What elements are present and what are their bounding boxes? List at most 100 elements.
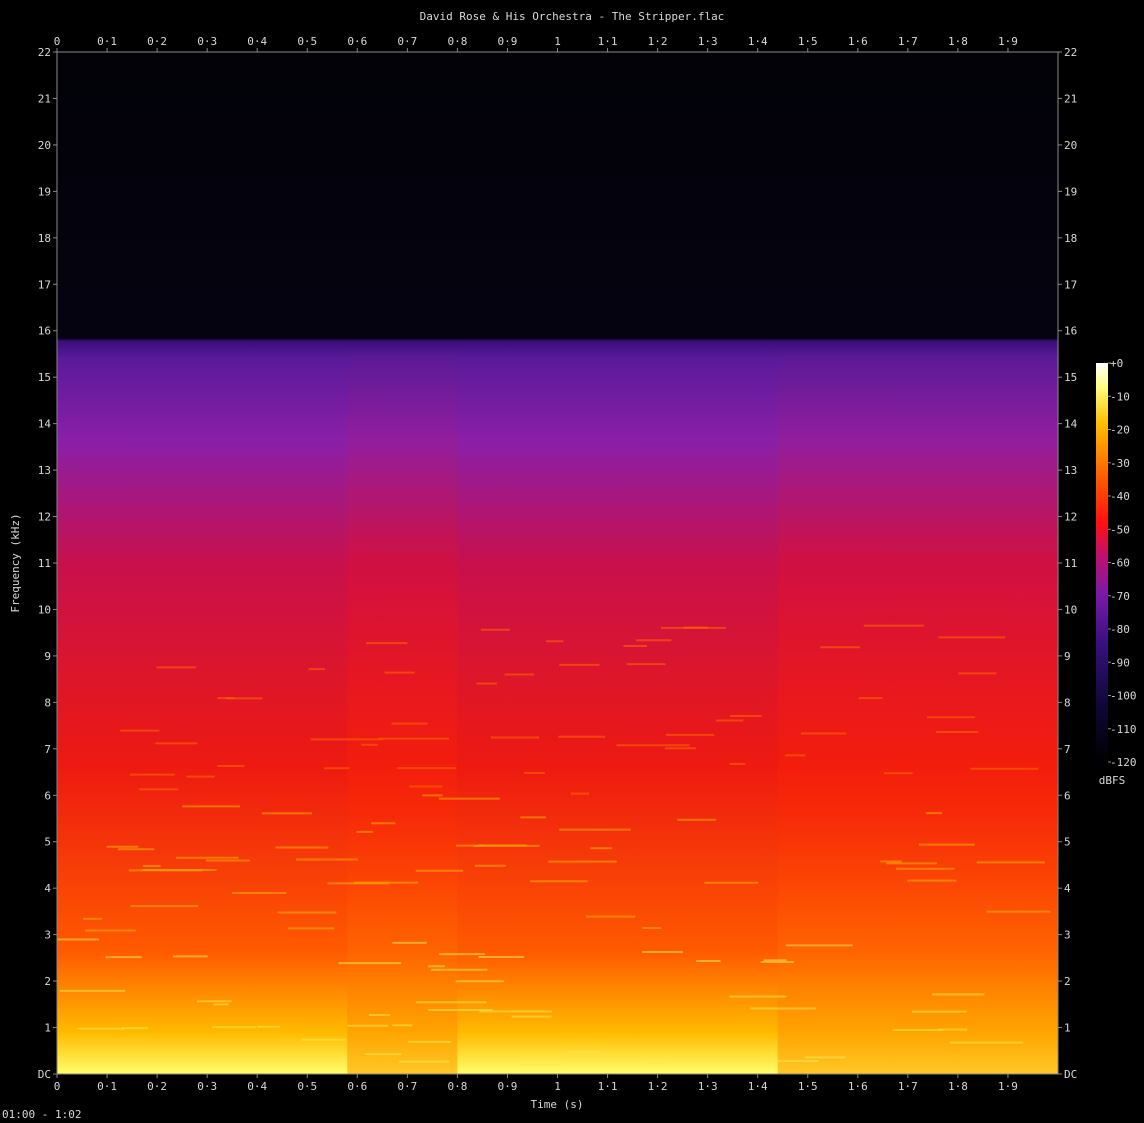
y-tick-label-left: 18 (38, 232, 51, 245)
y-tick-label-right: 9 (1064, 650, 1071, 663)
x-tick-label-top: 1 (554, 35, 561, 48)
x-tick-label-top: 1·2 (648, 35, 668, 48)
x-tick-label-top: 0·5 (297, 35, 317, 48)
x-tick-label-top: 0·9 (498, 35, 518, 48)
colorbar-tick-label: -10 (1110, 390, 1130, 403)
y-tick-label-left: 13 (38, 464, 51, 477)
y-tick-label-right: 7 (1064, 743, 1071, 756)
y-tick-label-left: 19 (38, 185, 51, 198)
x-tick-label-top: 1·8 (948, 35, 968, 48)
y-tick-label-right: 12 (1064, 511, 1077, 524)
y-tick-label-right: 14 (1064, 418, 1078, 431)
x-tick-label-top: 0·7 (397, 35, 417, 48)
y-tick-label-right: 17 (1064, 278, 1077, 291)
y-tick-label-right: 3 (1064, 929, 1071, 942)
x-tick-label-top: 0·6 (347, 35, 367, 48)
colorbar-tick-label: -50 (1110, 523, 1130, 536)
x-tick-label-bottom: 1·3 (698, 1080, 718, 1093)
y-tick-label-right: 19 (1064, 185, 1077, 198)
x-tick-label-bottom: 1·9 (998, 1080, 1018, 1093)
y-tick-label-right: 10 (1064, 603, 1077, 616)
colorbar-tick-label: -20 (1110, 424, 1130, 437)
y-tick-label-right: 16 (1064, 325, 1077, 338)
y-tick-label-left: 7 (44, 743, 51, 756)
y-axis-left: DC12345678910111213141516171819202122 (38, 46, 57, 1081)
y-tick-label-right: 13 (1064, 464, 1077, 477)
x-tick-label-top: 0·3 (197, 35, 217, 48)
plot-area (56, 51, 1059, 1075)
y-tick-label-left: 12 (38, 511, 51, 524)
x-tick-label-top: 1·4 (748, 35, 768, 48)
y-tick-label-right: 20 (1064, 139, 1077, 152)
x-tick-label-bottom: 0·5 (297, 1080, 317, 1093)
colorbar-tick-label: -80 (1110, 623, 1130, 636)
y-tick-label-right: 21 (1064, 92, 1077, 105)
x-tick-label-bottom: 1·7 (898, 1080, 918, 1093)
y-tick-label-left: 5 (44, 836, 51, 849)
x-tick-label-top: 1·9 (998, 35, 1018, 48)
colorbar-ticks: +0 -10 -20 -30 -40 -50 -60 -70 -80 -90 -100 -110 -12… (1108, 357, 1137, 769)
y-tick-label-right: 4 (1064, 882, 1071, 895)
y-tick-label-left: 4 (44, 882, 51, 895)
x-tick-label-top: 1·1 (598, 35, 618, 48)
y-tick-label-left: 11 (38, 557, 51, 570)
y-tick-label-left: 6 (44, 789, 51, 802)
x-tick-label-top: 0·4 (247, 35, 267, 48)
y-axis-right: DC12345678910111213141516171819202122 (1058, 46, 1078, 1081)
x-tick-label-top: 0·2 (147, 35, 167, 48)
y-tick-label-left: 17 (38, 278, 51, 291)
x-tick-label-bottom: 0·7 (397, 1080, 417, 1093)
colorbar-tick-label: -30 (1110, 457, 1130, 470)
x-tick-label-bottom: 1·6 (848, 1080, 868, 1093)
x-tick-label-top: 1·6 (848, 35, 868, 48)
y-tick-label-left: 1 (44, 1022, 51, 1035)
colorbar-tick-label: -110 (1110, 723, 1137, 736)
x-tick-label-bottom: 0·2 (147, 1080, 167, 1093)
x-tick-label-bottom: 0·4 (247, 1080, 267, 1093)
y-tick-label-right: 5 (1064, 836, 1071, 849)
x-tick-label-bottom: 0·8 (447, 1080, 467, 1093)
y-tick-label-right: 18 (1064, 232, 1077, 245)
y-tick-label-left: 9 (44, 650, 51, 663)
colorbar-label: dBFS (1099, 774, 1126, 787)
y-tick-label-left: 2 (44, 975, 51, 988)
colorbar-tick-label: -70 (1110, 590, 1130, 603)
x-tick-label-bottom: 0·9 (498, 1080, 518, 1093)
x-tick-label-bottom: 0 (54, 1080, 61, 1093)
x-tick-label-bottom: 1 (554, 1080, 561, 1093)
x-tick-label-top: 0·1 (97, 35, 117, 48)
x-tick-label-bottom: 1·5 (798, 1080, 818, 1093)
x-tick-label-top: 1·7 (898, 35, 918, 48)
y-tick-label-right: 22 (1064, 46, 1077, 59)
y-tick-label-right: 2 (1064, 975, 1071, 988)
y-tick-label-left: 22 (38, 46, 51, 59)
x-tick-label-bottom: 1·2 (648, 1080, 668, 1093)
y-tick-label-right: DC (1064, 1068, 1077, 1081)
x-tick-label-bottom: 1·4 (748, 1080, 768, 1093)
y-tick-label-left: 8 (44, 696, 51, 709)
x-tick-label-top: 1·3 (698, 35, 718, 48)
y-tick-label-left: 14 (38, 418, 52, 431)
y-tick-label-left: 20 (38, 139, 51, 152)
event-band (777, 340, 1058, 1074)
colorbar-tick-label: -120 (1110, 756, 1137, 769)
x-tick-label-bottom: 1·1 (598, 1080, 618, 1093)
colorbar-tick-label: -100 (1110, 690, 1137, 703)
chart-title: David Rose & His Orchestra - The Strippe… (420, 10, 725, 23)
x-tick-label-bottom: 0·3 (197, 1080, 217, 1093)
y-tick-label-left: DC (38, 1068, 51, 1081)
y-tick-label-left: 3 (44, 929, 51, 942)
y-tick-label-left: 21 (38, 92, 51, 105)
colorbar: +0 -10 -20 -30 -40 -50 -60 -70 -80 -90 -100 -110 -12… (1096, 357, 1137, 787)
x-tick-label-top: 1·5 (798, 35, 818, 48)
footer-range: 01:00 - 1:02 (2, 1108, 81, 1121)
y-tick-label-left: 16 (38, 325, 51, 338)
y-tick-label-right: 11 (1064, 557, 1077, 570)
x-axis-label: Time (s) (531, 1098, 584, 1111)
y-axis-label: Frequency (kHz) (9, 513, 22, 612)
y-tick-label-left: 10 (38, 603, 51, 616)
x-tick-label-bottom: 0·6 (347, 1080, 367, 1093)
colorbar-gradient (1096, 363, 1108, 762)
colorbar-tick-label: -90 (1110, 656, 1130, 669)
y-tick-label-right: 15 (1064, 371, 1077, 384)
